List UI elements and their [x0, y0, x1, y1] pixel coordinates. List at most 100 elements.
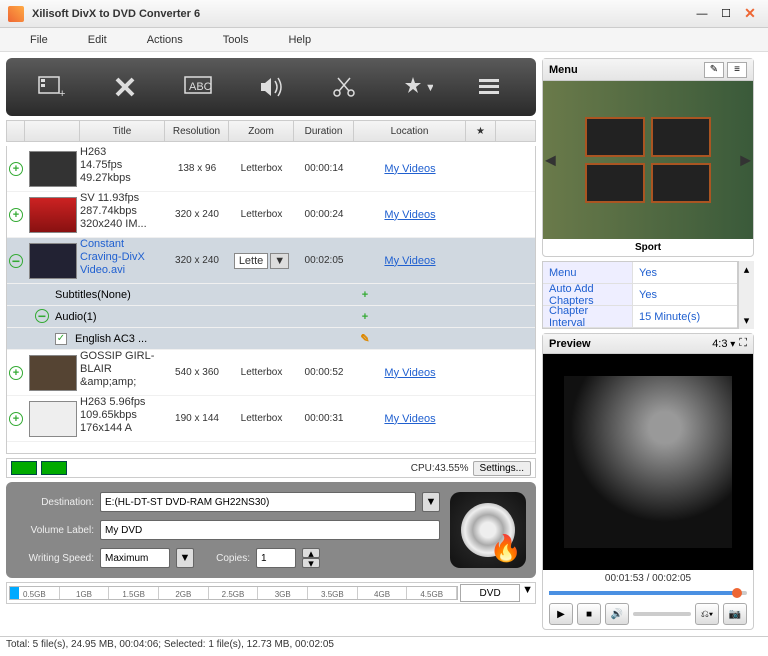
burn-button[interactable]: 🔥 [450, 492, 526, 568]
seek-knob[interactable] [732, 588, 742, 598]
file-list[interactable]: + H26314.75fps49.27kbps 138 x 96 Letterb… [6, 146, 536, 454]
writing-speed-select[interactable]: Maximum [100, 548, 170, 568]
thumbnail [29, 401, 77, 437]
flame-icon: 🔥 [490, 533, 522, 564]
audio-button[interactable] [251, 67, 291, 107]
add-files-button[interactable]: + [32, 67, 72, 107]
close-button[interactable]: ✕ [740, 6, 760, 22]
no-menu-button[interactable]: ≡ [727, 62, 747, 78]
titlebar: Xilisoft DivX to DVD Converter 6 — ☐ ✕ [0, 0, 768, 28]
scroll-down-icon[interactable]: ▾ [744, 314, 750, 327]
audio-row[interactable]: −Audio(1)+ [7, 306, 535, 328]
table-row[interactable]: + GOSSIP GIRL-BLAIR&amp;amp; 540 x 360 L… [7, 350, 535, 396]
copies-input[interactable]: 1 [256, 548, 296, 568]
add-icon[interactable]: + [9, 208, 23, 222]
col-duration[interactable]: Duration [294, 121, 354, 141]
next-template-button[interactable]: ▶ [740, 152, 751, 169]
preview-seek-slider[interactable] [543, 587, 753, 599]
toolbar: + ABC ▼ [6, 58, 536, 116]
play-button[interactable]: ▶ [549, 603, 573, 625]
destination-label: Destination: [16, 497, 94, 508]
add-icon[interactable]: + [9, 162, 23, 176]
location-link[interactable]: My Videos [384, 209, 435, 221]
effects-button[interactable]: ▼ [397, 67, 437, 107]
clip-button[interactable] [324, 67, 364, 107]
add-audio-icon[interactable]: + [335, 311, 395, 323]
menu-thumb [651, 117, 711, 157]
svg-text:+: + [59, 88, 65, 99]
col-resolution[interactable]: Resolution [165, 121, 229, 141]
menu-file[interactable]: File [10, 34, 68, 46]
cpu-bar: CPU:43.55% Settings... [6, 458, 536, 478]
status-bar: Total: 5 file(s), 24.95 MB, 00:04:06; Se… [0, 636, 768, 654]
table-row[interactable]: + H26314.75fps49.27kbps 138 x 96 Letterb… [7, 146, 535, 192]
property-row[interactable]: Chapter Interval15 Minute(s) [543, 306, 737, 328]
prev-frame-button[interactable]: ⎌▾ [695, 603, 719, 625]
preview-controls: ▶ ■ 🔊 ⎌▾ 📷 [543, 599, 753, 629]
destination-dropdown-button[interactable]: ▼ [422, 492, 440, 512]
menu-template-header: Menu [549, 64, 701, 76]
subtitle-button[interactable]: ABC [178, 67, 218, 107]
thumbnail [29, 197, 77, 233]
audio-track-row[interactable]: ✓English AC3 ...✎ [7, 328, 535, 350]
menu-template-preview[interactable]: ◀ ▶ [543, 81, 753, 239]
snapshot-button[interactable]: 📷 [723, 603, 747, 625]
menubar: File Edit Actions Tools Help [0, 28, 768, 52]
preview-time: 00:01:53 / 00:02:05 [543, 570, 753, 587]
property-row[interactable]: MenuYes [543, 262, 737, 284]
col-favorite[interactable]: ★ [466, 121, 496, 141]
volume-label-input[interactable]: My DVD [100, 520, 440, 540]
disc-type-dropdown-button[interactable]: ▼ [522, 584, 533, 602]
settings-button[interactable]: Settings... [473, 461, 531, 476]
writing-speed-label: Writing Speed: [16, 553, 94, 564]
scroll-up-icon[interactable]: ▴ [744, 263, 750, 276]
col-title[interactable]: Title [80, 121, 165, 141]
stop-button[interactable]: ■ [577, 603, 601, 625]
col-location[interactable]: Location [354, 121, 466, 141]
col-zoom[interactable]: Zoom [229, 121, 294, 141]
destination-select[interactable]: E:(HL-DT-ST DVD-RAM GH22NS30) [100, 492, 416, 512]
edit-audio-icon[interactable]: ✎ [335, 332, 395, 345]
disc-type-select[interactable]: DVD [460, 584, 520, 602]
menu-template-panel: Menu ✎ ≡ ◀ ▶ Sport [542, 58, 754, 257]
location-link[interactable]: My Videos [384, 413, 435, 425]
menu-help[interactable]: Help [268, 34, 331, 46]
thumbnail [29, 355, 77, 391]
svg-text:ABC: ABC [189, 81, 212, 93]
fullscreen-button[interactable]: ⛶ [739, 337, 747, 350]
collapse-icon[interactable]: − [35, 309, 49, 323]
location-link[interactable]: My Videos [384, 367, 435, 379]
table-row[interactable]: + SV 11.93fps287.74kbps320x240 IM... 320… [7, 192, 535, 238]
menu-tools[interactable]: Tools [203, 34, 269, 46]
edit-menu-button[interactable]: ✎ [704, 62, 724, 78]
property-row[interactable]: Auto Add ChaptersYes [543, 284, 737, 306]
prev-template-button[interactable]: ◀ [545, 152, 556, 169]
properties-scrollbar[interactable]: ▴▾ [738, 261, 754, 329]
mute-button[interactable]: 🔊 [605, 603, 629, 625]
menu-actions[interactable]: Actions [127, 34, 203, 46]
remove-icon[interactable]: − [9, 254, 23, 268]
volume-slider[interactable] [633, 612, 691, 616]
copies-down-button[interactable]: ▾ [302, 558, 320, 568]
maximize-button[interactable]: ☐ [716, 6, 736, 22]
copies-label: Copies: [200, 553, 250, 564]
svg-text:▼: ▼ [425, 82, 433, 94]
zoom-dropdown-button[interactable]: ▼ [270, 253, 289, 269]
location-link[interactable]: My Videos [384, 163, 435, 175]
menu-edit[interactable]: Edit [68, 34, 127, 46]
delete-button[interactable] [105, 67, 145, 107]
add-icon[interactable]: + [9, 412, 23, 426]
window-title: Xilisoft DivX to DVD Converter 6 [32, 8, 688, 20]
table-row[interactable]: + H263 5.96fps109.65kbps176x144 A 190 x … [7, 396, 535, 442]
aspect-ratio-select[interactable]: 4:3 ▾ [712, 338, 735, 350]
list-view-button[interactable] [469, 67, 509, 107]
writing-speed-dropdown-button[interactable]: ▼ [176, 548, 194, 568]
add-subtitle-icon[interactable]: + [335, 289, 395, 301]
add-icon[interactable]: + [9, 366, 23, 380]
preview-video[interactable] [543, 354, 753, 570]
audio-track-checkbox[interactable]: ✓ [55, 333, 67, 345]
subtitle-row[interactable]: Subtitles(None)+ [7, 284, 535, 306]
location-link[interactable]: My Videos [384, 255, 435, 267]
table-row[interactable]: − ConstantCraving-DivXVideo.avi 320 x 24… [7, 238, 535, 284]
minimize-button[interactable]: — [692, 6, 712, 22]
